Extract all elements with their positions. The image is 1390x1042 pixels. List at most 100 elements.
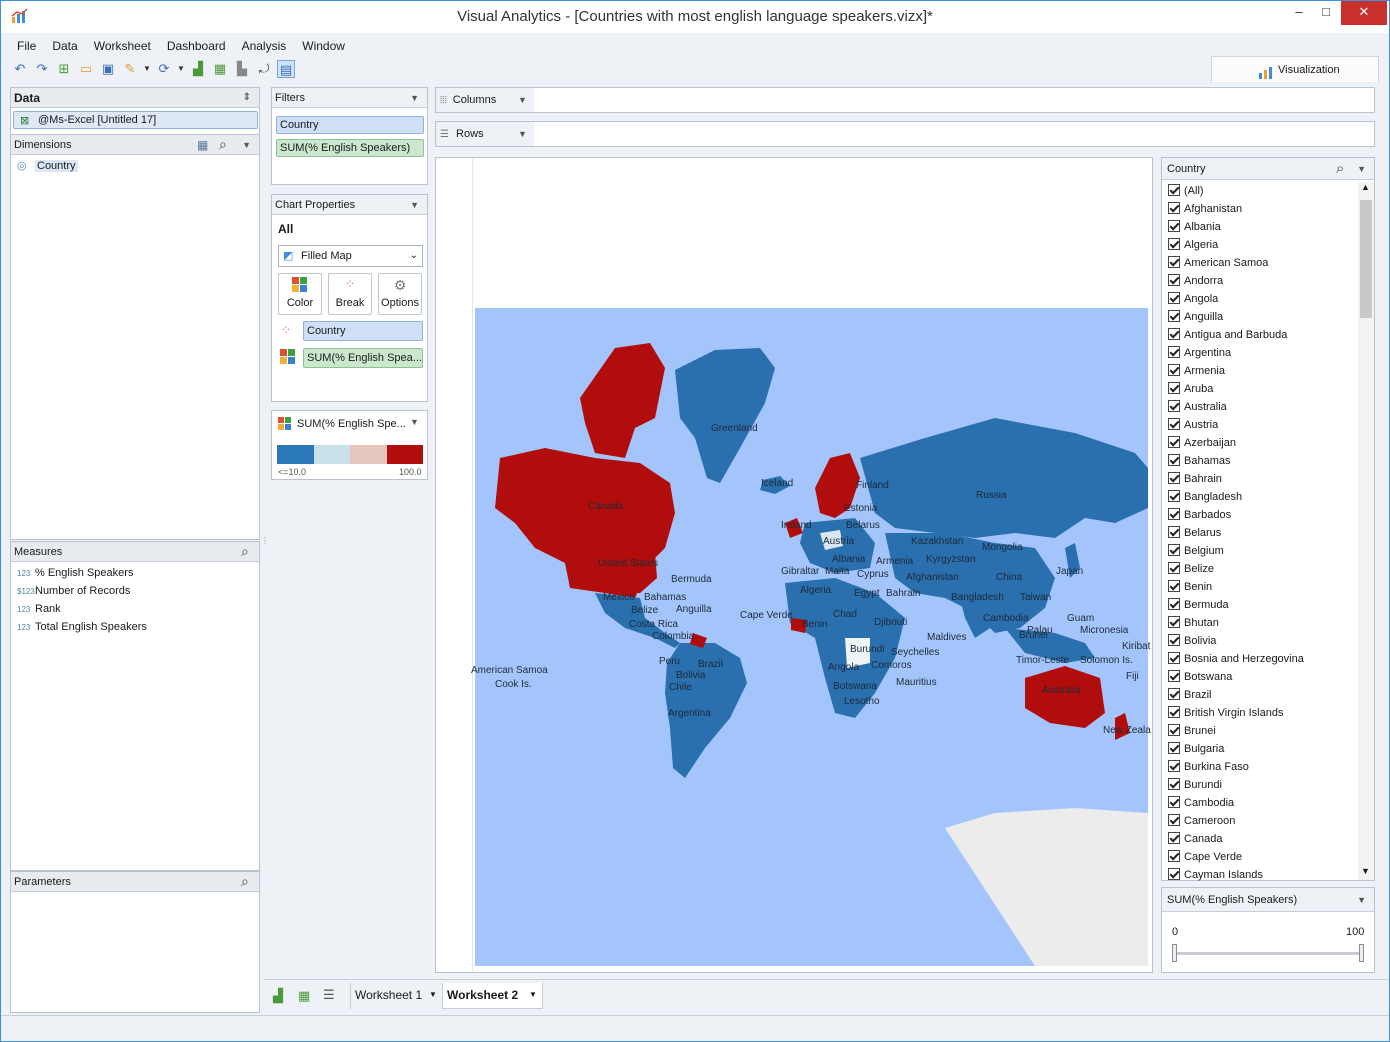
scrollbar[interactable]: ▲ ▼ (1358, 182, 1374, 880)
country-checkbox[interactable]: Cape Verde (1168, 848, 1242, 866)
range-slider-track[interactable] (1174, 952, 1362, 955)
range-filter-menu-icon[interactable]: ▼ (1357, 888, 1366, 912)
checkbox-checked-icon[interactable] (1168, 850, 1180, 862)
country-checkbox[interactable]: Armenia (1168, 362, 1225, 380)
range-slider-min-handle[interactable] (1172, 944, 1177, 962)
new-dashboard-icon[interactable]: ▦ (298, 988, 310, 1004)
range-slider-max-handle[interactable] (1359, 944, 1364, 962)
country-checkbox[interactable]: (All) (1168, 182, 1204, 200)
checkbox-checked-icon[interactable] (1168, 220, 1180, 232)
chart-properties-menu-icon[interactable]: ▼ (410, 195, 419, 215)
checkbox-checked-icon[interactable] (1168, 382, 1180, 394)
menu-worksheet[interactable]: Worksheet (86, 37, 159, 55)
close-button[interactable]: ✕ (1341, 1, 1387, 25)
country-checkbox[interactable]: Brazil (1168, 686, 1212, 704)
country-checkbox[interactable]: Austria (1168, 416, 1218, 434)
scroll-down-icon[interactable]: ▼ (1361, 866, 1370, 876)
options-button[interactable]: ⚙ Options (378, 273, 422, 315)
legend-menu-icon[interactable]: ▼ (410, 417, 419, 427)
refresh-icon[interactable]: ⟳ (155, 60, 173, 78)
minimize-button[interactable]: – (1284, 1, 1314, 25)
dimension-item-country[interactable]: ◎ Country (17, 157, 78, 175)
checkbox-checked-icon[interactable] (1168, 616, 1180, 628)
country-checkbox[interactable]: Bosnia and Herzegovina (1168, 650, 1304, 668)
scrollbar-thumb[interactable] (1360, 200, 1372, 318)
country-checkbox[interactable]: Albania (1168, 218, 1221, 236)
filter-pill-sum[interactable]: SUM(% English Speakers) (276, 139, 424, 157)
country-checkbox[interactable]: Barbados (1168, 506, 1231, 524)
tab-worksheet-1[interactable]: Worksheet 1 ▼ (350, 983, 440, 1009)
presentation-icon[interactable]: ▤ (277, 60, 295, 78)
brush-icon[interactable]: ✎ (121, 60, 139, 78)
add-table-icon[interactable]: ▦ (211, 60, 229, 78)
checkbox-checked-icon[interactable] (1168, 346, 1180, 358)
open-icon[interactable]: ▭ (77, 60, 95, 78)
menu-data[interactable]: Data (44, 37, 85, 55)
checkbox-checked-icon[interactable] (1168, 184, 1180, 196)
country-checkbox[interactable]: Bermuda (1168, 596, 1229, 614)
country-checkbox[interactable]: Belize (1168, 560, 1214, 578)
checkbox-checked-icon[interactable] (1168, 274, 1180, 286)
measure-item[interactable]: 123 Rank (17, 600, 61, 618)
add-chart-icon[interactable]: ▟ (189, 60, 207, 78)
checkbox-checked-icon[interactable] (1168, 292, 1180, 304)
country-checkbox[interactable]: Bahrain (1168, 470, 1222, 488)
sheet-list-icon[interactable]: ☰ (323, 987, 335, 1003)
scope-label[interactable]: All (278, 222, 293, 236)
checkbox-checked-icon[interactable] (1168, 526, 1180, 538)
country-checkbox[interactable]: Canada (1168, 830, 1223, 848)
menu-file[interactable]: File (9, 37, 44, 55)
data-source-pill[interactable]: ⊠ @Ms-Excel [Untitled 17] (13, 111, 258, 129)
checkbox-checked-icon[interactable] (1168, 580, 1180, 592)
country-checkbox[interactable]: Cambodia (1168, 794, 1234, 812)
break-field-pill[interactable]: Country (303, 321, 423, 341)
country-checkbox[interactable]: Burundi (1168, 776, 1222, 794)
country-checkbox[interactable]: Australia (1168, 398, 1227, 416)
undo-icon[interactable]: ↶ (11, 60, 29, 78)
checkbox-checked-icon[interactable] (1168, 328, 1180, 340)
tab-worksheet-2[interactable]: Worksheet 2 ▼ (442, 983, 543, 1009)
country-checkbox[interactable]: Aruba (1168, 380, 1213, 398)
checkbox-checked-icon[interactable] (1168, 544, 1180, 556)
checkbox-checked-icon[interactable] (1168, 436, 1180, 448)
checkbox-checked-icon[interactable] (1168, 778, 1180, 790)
scroll-up-icon[interactable]: ▲ (1361, 182, 1370, 192)
search-icon[interactable]: ⌕ (1336, 158, 1344, 180)
redo-icon[interactable]: ↷ (33, 60, 51, 78)
checkbox-checked-icon[interactable] (1168, 688, 1180, 700)
new-icon[interactable]: ⊞ (55, 60, 73, 78)
checkbox-checked-icon[interactable] (1168, 310, 1180, 322)
search-icon[interactable]: ⌕ (241, 541, 249, 561)
country-checkbox[interactable]: Belgium (1168, 542, 1224, 560)
checkbox-checked-icon[interactable] (1168, 418, 1180, 430)
country-checkbox[interactable]: Bhutan (1168, 614, 1219, 632)
country-checkbox[interactable]: Botswana (1168, 668, 1232, 686)
country-checkbox[interactable]: Cayman Islands (1168, 866, 1263, 884)
country-checkbox[interactable]: American Samoa (1168, 254, 1268, 272)
save-icon[interactable]: ▣ (99, 60, 117, 78)
refresh-dropdown-icon[interactable]: ▼ (177, 60, 185, 78)
country-checkbox[interactable]: Angola (1168, 290, 1218, 308)
country-checkbox[interactable]: Bahamas (1168, 452, 1230, 470)
country-checkbox[interactable]: Bangladesh (1168, 488, 1242, 506)
color-field-pill[interactable]: SUM(% English Spea... (303, 348, 423, 368)
checkbox-checked-icon[interactable] (1168, 670, 1180, 682)
country-checkbox[interactable]: Benin (1168, 578, 1212, 596)
brush-dropdown-icon[interactable]: ▼ (143, 60, 151, 78)
measure-item[interactable]: $123Number of Records (17, 582, 130, 600)
country-checkbox[interactable]: Algeria (1168, 236, 1218, 254)
menu-analysis[interactable]: Analysis (234, 37, 295, 55)
data-panel-menu-icon[interactable]: ⇕ (243, 88, 251, 108)
country-checkbox[interactable]: Bulgaria (1168, 740, 1224, 758)
visualization-tab[interactable]: Visualization (1211, 56, 1379, 82)
color-button[interactable]: Color (278, 273, 322, 315)
checkbox-checked-icon[interactable] (1168, 364, 1180, 376)
checkbox-checked-icon[interactable] (1168, 238, 1180, 250)
checkbox-checked-icon[interactable] (1168, 868, 1180, 880)
country-checkbox[interactable]: Antigua and Barbuda (1168, 326, 1287, 344)
table-view-icon[interactable]: ▦ (197, 135, 208, 155)
checkbox-checked-icon[interactable] (1168, 652, 1180, 664)
break-button[interactable]: ⁘ Break (328, 273, 372, 315)
country-checkbox[interactable]: British Virgin Islands (1168, 704, 1283, 722)
measure-item[interactable]: 123 Total English Speakers (17, 618, 147, 636)
